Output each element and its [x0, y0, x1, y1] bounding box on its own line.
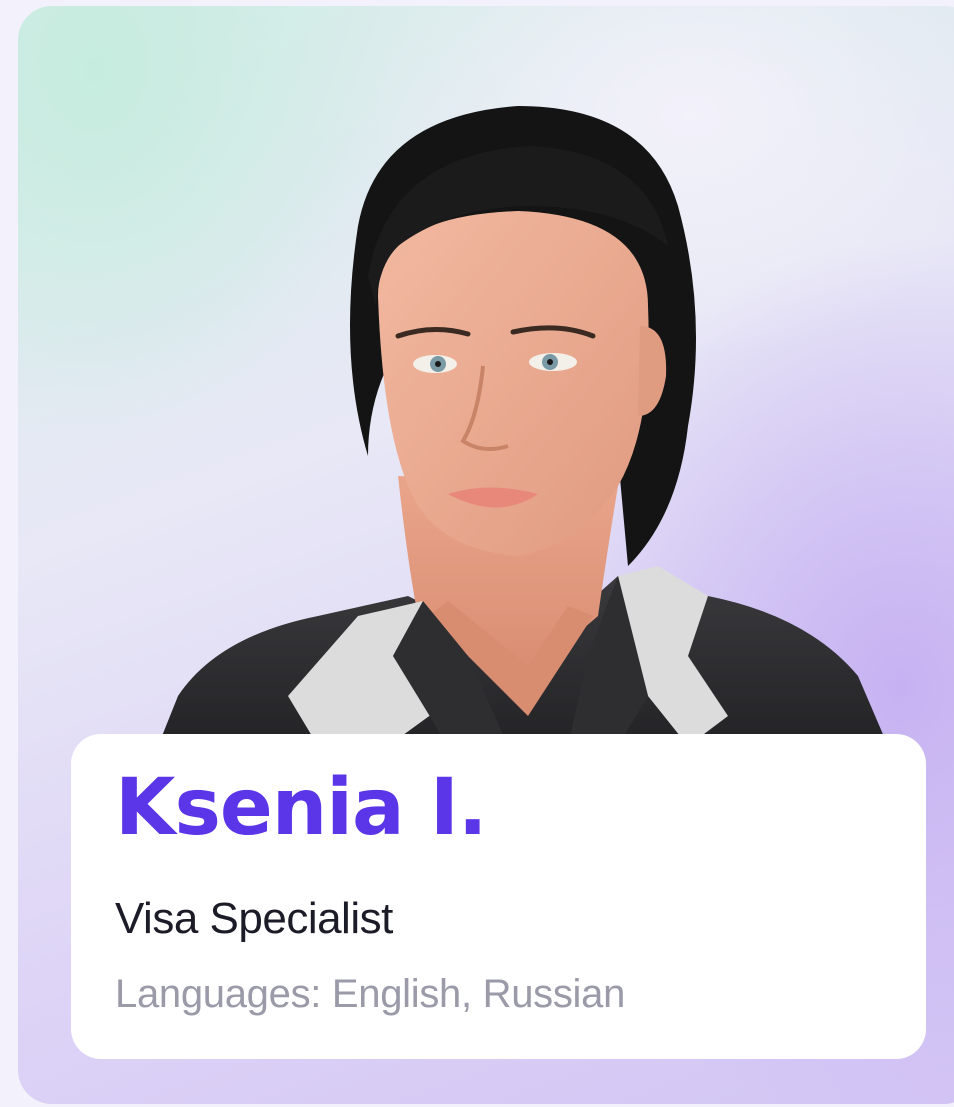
specialist-portrait: [158, 106, 888, 746]
specialist-role: Visa Specialist: [115, 894, 393, 943]
specialist-name: Ksenia I.: [115, 763, 487, 853]
specialist-languages: Languages: English, Russian: [115, 972, 626, 1016]
specialist-card[interactable]: Ksenia I. Visa Specialist Languages: Eng…: [18, 6, 954, 1104]
specialist-info-panel: Ksenia I. Visa Specialist Languages: Eng…: [71, 734, 926, 1059]
